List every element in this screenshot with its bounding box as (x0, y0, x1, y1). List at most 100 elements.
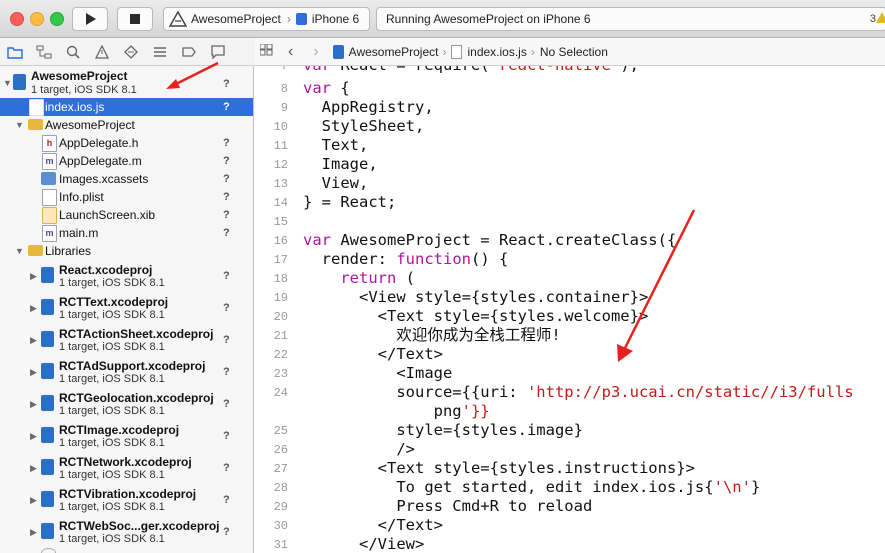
code-line[interactable]: <View style={styles.container}> (303, 288, 648, 307)
group-row-awesomeproject[interactable]: ▼ AwesomeProject (0, 116, 253, 134)
chevron-right-icon: › (442, 44, 447, 59)
code-line[interactable]: var React = require('react-native'); (303, 66, 639, 75)
source-control-badge: ? (223, 101, 230, 113)
breadcrumb-selection[interactable]: No Selection (540, 45, 608, 59)
code-line[interactable]: 欢迎你成为全栈工程师! (303, 326, 560, 345)
disclosure-triangle-right-icon[interactable]: ▶ (30, 463, 37, 474)
subproject-subtitle: 1 target, iOS SDK 8.1 (59, 309, 165, 321)
source-control-badge: ? (223, 334, 230, 346)
subproject-row-rctadsupport[interactable]: ▶ RCTAdSupport.xcodeproj 1 target, iOS S… (0, 356, 253, 388)
file-row-main-m[interactable]: m main.m ? (0, 224, 253, 242)
project-navigator-tab[interactable] (0, 45, 29, 59)
stop-button[interactable] (117, 7, 153, 31)
code-line[interactable]: render: function() { (303, 250, 509, 269)
code-line[interactable]: </Text> (303, 345, 443, 364)
code-line[interactable]: var { (303, 79, 350, 98)
subproject-name: RCTGeolocation.xcodeproj (59, 391, 214, 405)
source-editor[interactable]: 7 8 9 10 11 12 13 14 15 16 17 18 19 20 2… (254, 66, 885, 553)
code-line[interactable]: Image, (303, 155, 378, 174)
line-number: 8 (280, 82, 288, 96)
code-line[interactable]: } = React; (303, 193, 396, 212)
file-row-index-ios-js[interactable]: index.ios.js ? (0, 98, 253, 116)
code-line[interactable]: Press Cmd+R to reload (303, 497, 592, 516)
related-items-button[interactable] (259, 43, 274, 59)
file-row-launchscreen-xib[interactable]: LaunchScreen.xib ? (0, 206, 253, 224)
code-line[interactable]: AppRegistry, (303, 98, 434, 117)
disclosure-triangle-right-icon[interactable]: ▶ (30, 399, 37, 410)
disclosure-triangle-icon[interactable]: ▼ (15, 246, 24, 256)
device-name: iPhone 6 (311, 12, 360, 26)
code-line[interactable]: source={{uri: 'http://p3.ucai.cn/static/… (303, 383, 853, 402)
code-line[interactable]: </Text> (303, 516, 443, 535)
close-window-button[interactable] (10, 12, 24, 26)
hierarchy-icon (36, 45, 51, 58)
xcodeproj-icon (41, 267, 54, 283)
subproject-row-rcttext[interactable]: ▶ RCTText.xcodeproj 1 target, iOS SDK 8.… (0, 292, 253, 324)
code-line[interactable]: png'}} (303, 402, 490, 421)
disclosure-triangle-right-icon[interactable]: ▶ (30, 495, 37, 506)
code-line[interactable]: StyleSheet, (303, 117, 425, 136)
symbol-navigator-tab[interactable] (29, 45, 58, 59)
disclosure-triangle-right-icon[interactable]: ▶ (30, 335, 37, 346)
debug-navigator-tab[interactable] (145, 45, 174, 59)
scheme-selector[interactable]: AwesomeProject › iPhone 6 (163, 7, 370, 31)
subproject-row-rctvibration[interactable]: ▶ RCTVibration.xcodeproj 1 target, iOS S… (0, 484, 253, 516)
folder-icon (28, 245, 43, 256)
magnifier-icon (66, 45, 80, 59)
line-number: 31 (273, 538, 288, 552)
code-line[interactable]: View, (303, 174, 369, 193)
warning-triangle-icon (94, 44, 109, 59)
code-line[interactable]: </View> (303, 535, 424, 553)
code-line[interactable]: Text, (303, 136, 369, 155)
group-row-libraries[interactable]: ▼ Libraries (0, 242, 253, 260)
objc-file-icon: m (42, 153, 57, 170)
code-line[interactable]: To get started, edit index.ios.js{'\n'} (303, 478, 760, 497)
report-navigator-tab[interactable] (203, 44, 232, 59)
source-control-badge: ? (223, 191, 230, 203)
disclosure-triangle-right-icon[interactable]: ▶ (30, 271, 37, 282)
forward-arrow-icon[interactable]: › (313, 43, 318, 61)
code-line[interactable]: <Image (303, 364, 452, 383)
subproject-row-react[interactable]: ▶ React.xcodeproj 1 target, iOS SDK 8.1 … (0, 260, 253, 292)
disclosure-triangle-right-icon[interactable]: ▶ (30, 367, 37, 378)
file-name: Images.xcassets (59, 172, 149, 186)
code-line[interactable]: style={styles.image} (303, 421, 583, 440)
breakpoint-navigator-tab[interactable] (174, 45, 203, 59)
back-arrow-icon[interactable]: ‹ (288, 43, 293, 61)
code-line[interactable]: return ( (303, 269, 415, 288)
disclosure-triangle-right-icon[interactable]: ▶ (30, 431, 37, 442)
issue-navigator-tab[interactable] (87, 44, 116, 59)
subproject-row-rctwebsocket[interactable]: ▶ RCTWebSoc...ger.xcodeproj 1 target, iO… (0, 516, 253, 548)
disclosure-triangle-icon[interactable]: ▼ (15, 120, 24, 130)
subproject-row-rctimage[interactable]: ▶ RCTImage.xcodeproj 1 target, iOS SDK 8… (0, 420, 253, 452)
run-button[interactable] (72, 7, 108, 31)
code-line[interactable]: /> (303, 440, 415, 459)
minimize-window-button[interactable] (30, 12, 44, 26)
subproject-subtitle: 1 target, iOS SDK 8.1 (59, 277, 165, 289)
breadcrumb-project[interactable]: AwesomeProject (349, 45, 439, 59)
disclosure-triangle-right-icon[interactable]: ▶ (30, 527, 37, 538)
source-control-badge: ? (223, 173, 230, 185)
code-line[interactable]: <Text style={styles.welcome}> (303, 307, 649, 326)
subproject-row-rctactionsheet[interactable]: ▶ RCTActionSheet.xcodeproj 1 target, iOS… (0, 324, 253, 356)
line-number: 28 (273, 481, 288, 495)
file-row-appdelegate-m[interactable]: m AppDelegate.m ? (0, 152, 253, 170)
code-line[interactable]: var AwesomeProject = React.createClass({ (303, 231, 676, 250)
subproject-row-rctnetwork[interactable]: ▶ RCTNetwork.xcodeproj 1 target, iOS SDK… (0, 452, 253, 484)
diamond-icon (123, 44, 138, 59)
xcodeproj-icon (41, 363, 54, 379)
disclosure-triangle-right-icon[interactable]: ▶ (30, 303, 37, 314)
code-line[interactable]: <Text style={styles.instructions}> (303, 459, 695, 478)
file-row-info-plist[interactable]: Info.plist ? (0, 188, 253, 206)
breadcrumb-file[interactable]: index.ios.js (467, 45, 526, 59)
subproject-row-rctgeolocation[interactable]: ▶ RCTGeolocation.xcodeproj 1 target, iOS… (0, 388, 253, 420)
zoom-window-button[interactable] (50, 12, 64, 26)
find-navigator-tab[interactable] (58, 45, 87, 59)
plist-file-icon (42, 189, 57, 206)
file-row-appdelegate-h[interactable]: h AppDelegate.h ? (0, 134, 253, 152)
project-row-awesomeproject[interactable]: ▼ AwesomeProject 1 target, iOS SDK 8.1 ? (0, 67, 253, 99)
file-row-images-xcassets[interactable]: Images.xcassets ? (0, 170, 253, 188)
test-navigator-tab[interactable] (116, 44, 145, 59)
disclosure-triangle-icon[interactable]: ▼ (3, 78, 12, 88)
source-control-badge: ? (223, 137, 230, 149)
